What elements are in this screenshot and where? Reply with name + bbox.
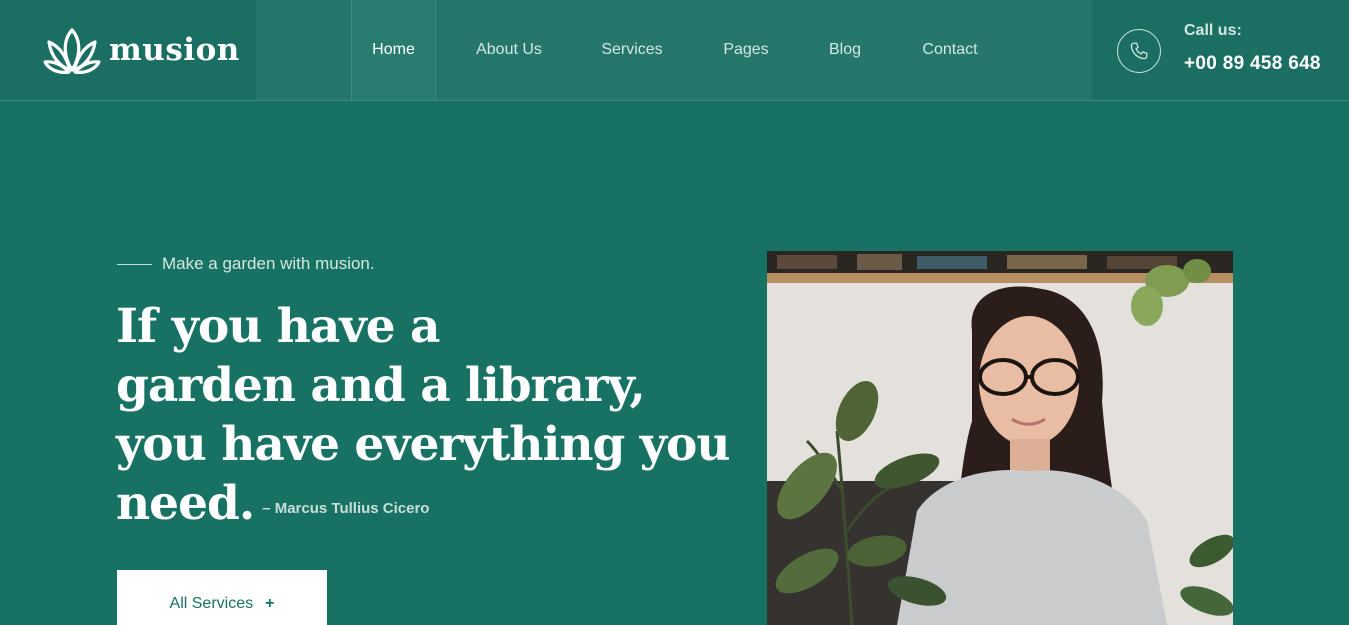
site-header: musion Home About Us Services Pages Blog…	[0, 0, 1349, 101]
nav-pages[interactable]: Pages	[682, 0, 810, 100]
nav-home[interactable]: Home	[351, 0, 436, 100]
lotus-icon	[43, 28, 101, 74]
headline-last-line: need. – Marcus Tullius Cicero	[116, 474, 716, 538]
plus-icon: +	[265, 595, 275, 612]
hero-headline: If you have a garden and a library, you …	[116, 297, 731, 538]
call-us-box[interactable]: Call us: +00 89 458 648	[1092, 0, 1349, 100]
logo[interactable]: musion	[0, 0, 256, 100]
woman-with-plant-photo	[767, 251, 1233, 625]
nav-blog[interactable]: Blog	[810, 0, 880, 100]
call-label: Call us:	[1184, 22, 1242, 39]
headline-line: you have everything you	[116, 417, 731, 472]
nav-about-us[interactable]: About Us	[436, 0, 582, 100]
all-services-button[interactable]: All Services +	[117, 570, 327, 625]
main-nav: Home About Us Services Pages Blog Contac…	[351, 0, 1020, 100]
phone-icon	[1117, 29, 1161, 73]
headline-line: garden and a library,	[116, 358, 646, 413]
hero-tagline: Make a garden with musion.	[162, 254, 375, 273]
brand-name: musion	[109, 32, 240, 68]
cta-label: All Services	[169, 595, 254, 612]
nav-services[interactable]: Services	[582, 0, 682, 100]
headline-line: need.	[116, 476, 255, 531]
tagline-divider	[117, 264, 152, 265]
quote-author: – Marcus Tullius Cicero	[262, 500, 430, 517]
headline-line: If you have a	[116, 299, 440, 354]
nav-contact[interactable]: Contact	[880, 0, 1020, 100]
phone-number[interactable]: +00 89 458 648	[1184, 53, 1321, 75]
